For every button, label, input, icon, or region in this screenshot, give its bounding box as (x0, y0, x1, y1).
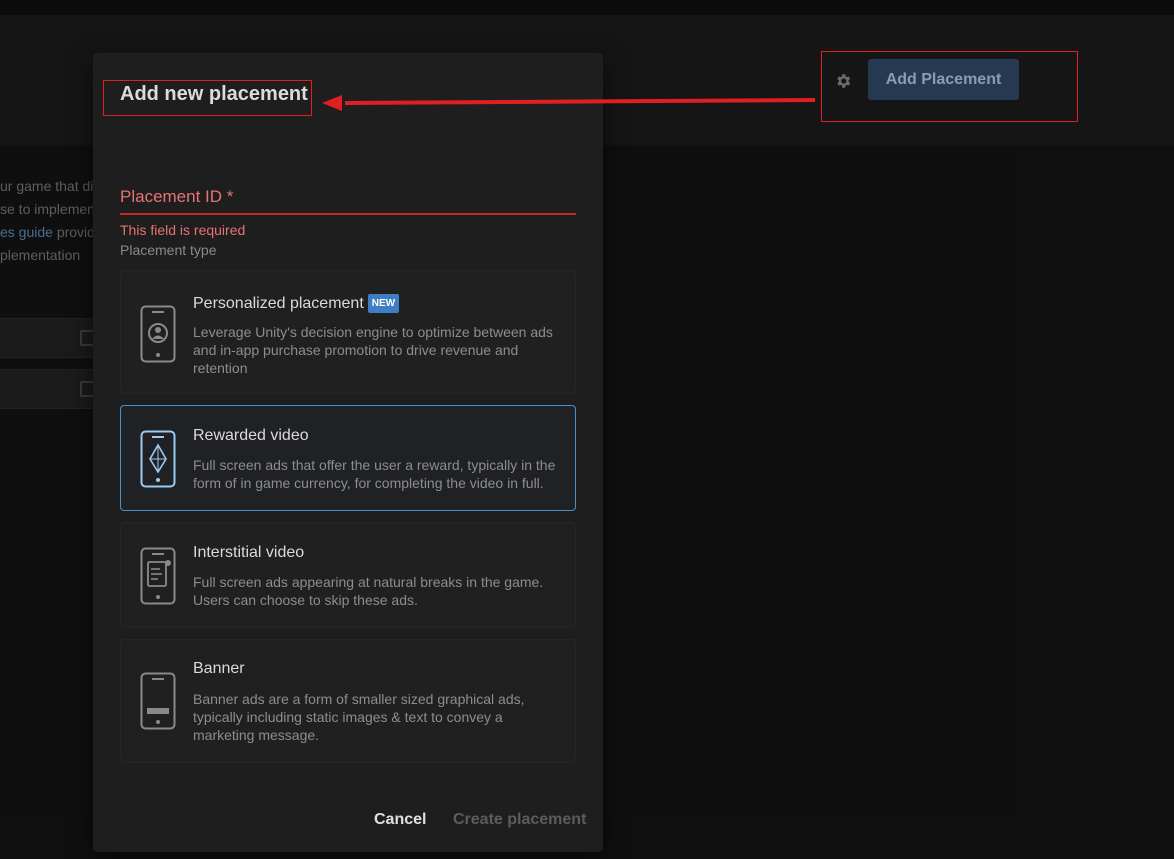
option-title: Banner (193, 660, 245, 677)
option-banner[interactable]: Banner Banner ads are a form of smaller … (120, 639, 576, 763)
annotation-highlight-box (821, 51, 1078, 122)
phone-banner-icon (140, 672, 176, 730)
option-description: Banner ads are a form of smaller sized g… (193, 691, 525, 743)
background-text-line: se to implemen (0, 201, 95, 217)
option-interstitial-video[interactable]: Interstitial video Full screen ads appea… (120, 522, 576, 628)
background-text-line: ur game that dis (0, 178, 101, 194)
option-title: Personalized placement NEW (193, 294, 400, 313)
phone-user-icon (140, 305, 176, 363)
placement-id-input-underline[interactable] (120, 213, 576, 215)
option-rewarded-video[interactable]: Rewarded video Full screen ads that offe… (120, 405, 576, 511)
placement-id-error: This field is required (120, 222, 246, 238)
option-title: Interstitial video (193, 544, 305, 561)
top-bar (0, 0, 1174, 15)
background-text-fragment: provid (52, 224, 95, 240)
add-placement-dialog: Add new placement Placement ID * This fi… (93, 53, 603, 852)
create-placement-button[interactable]: Create placement (453, 811, 586, 829)
option-description: Full screen ads that offer the user a re… (193, 457, 556, 491)
annotation-highlight-box (103, 80, 312, 116)
phone-document-icon (140, 547, 176, 605)
option-personalized-placement[interactable]: Personalized placement NEW Leverage Unity… (120, 270, 576, 394)
phone-diamond-icon (140, 430, 176, 488)
placement-id-label[interactable]: Placement ID * (120, 187, 233, 207)
new-badge: NEW (367, 294, 400, 313)
option-title: Rewarded video (193, 427, 309, 444)
background-text-line: es guide provid (0, 224, 95, 240)
cancel-button[interactable]: Cancel (374, 811, 426, 829)
placement-type-label: Placement type (120, 242, 217, 258)
option-description: Full screen ads appearing at natural bre… (193, 574, 544, 608)
option-description: Leverage Unity's decision engine to opti… (193, 324, 553, 376)
option-title-text: Personalized placement (193, 295, 364, 312)
background-guide-link[interactable]: es guide (0, 224, 53, 240)
background-text-line: plementation (0, 247, 81, 263)
